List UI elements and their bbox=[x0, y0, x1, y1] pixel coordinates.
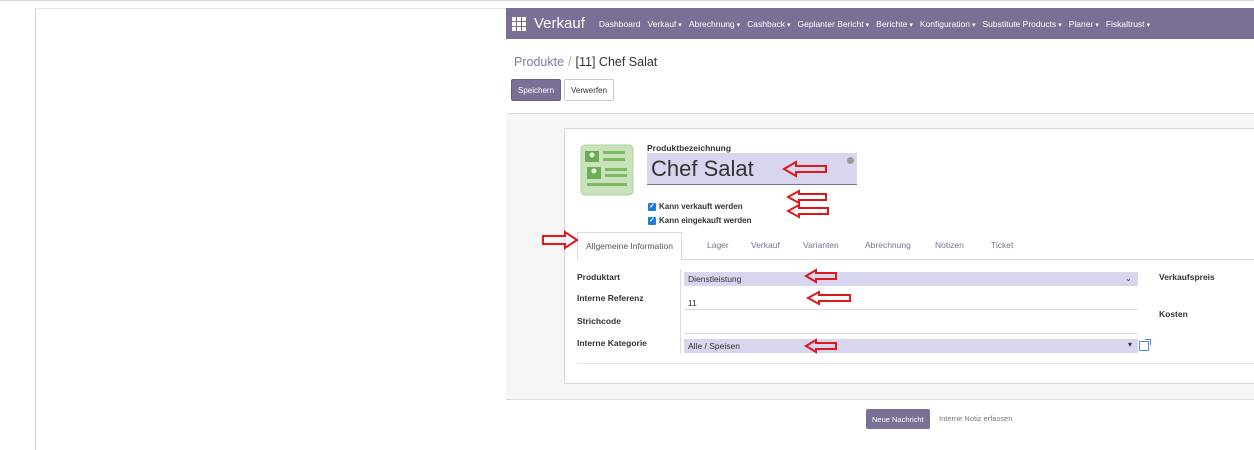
caret-down-icon: ▾ bbox=[865, 21, 870, 29]
can-be-purchased-label: Kann eingekauft werden bbox=[659, 216, 752, 225]
new-message-button[interactable]: Neue Nachricht bbox=[866, 409, 930, 429]
odoo-app-window: Verkauf Dashboard Verkauf ▾ Abrechnung ▾ C… bbox=[506, 8, 1254, 438]
top-menu: Dashboard Verkauf ▾ Abrechnung ▾ Cashback ▾… bbox=[599, 19, 1157, 29]
top-navbar: Verkauf Dashboard Verkauf ▾ Abrechnung ▾ C… bbox=[506, 8, 1254, 39]
form-sheet: Produktbezeichnung Chef Salat ✓ Kann ver… bbox=[564, 128, 1254, 384]
menu-item-label: Verkauf bbox=[647, 18, 677, 29]
menu-item-label: Dashboard bbox=[598, 18, 641, 29]
checkbox-checked-icon[interactable]: ✓ bbox=[648, 202, 656, 211]
save-button[interactable]: Speichern bbox=[511, 79, 562, 101]
menu-item-cashback[interactable]: Cashback ▾ bbox=[747, 19, 790, 29]
can-be-sold-checkbox[interactable]: ✓ Kann verkauft werden bbox=[648, 202, 743, 211]
form-bottom-divider bbox=[577, 363, 1254, 364]
menu-item-dashboard[interactable]: Dashboard bbox=[599, 19, 641, 29]
product-type-select[interactable]: Dienstleistung bbox=[684, 272, 1138, 286]
menu-item-label: Substitute Products bbox=[982, 18, 1057, 29]
caret-down-icon: ▾ bbox=[786, 21, 791, 29]
menu-item-geplanter-bericht[interactable]: Geplanter Bericht ▾ bbox=[798, 19, 870, 29]
menu-item-substitute-products[interactable]: Substitute Products ▾ bbox=[982, 19, 1061, 29]
menu-item-berichte[interactable]: Berichte ▾ bbox=[876, 19, 913, 29]
menu-item-label: Geplanter Bericht bbox=[797, 18, 864, 29]
page-top-edge bbox=[0, 0, 1254, 1]
tab-verkauf[interactable]: Verkauf bbox=[751, 240, 780, 250]
annotation-arrow-icon bbox=[786, 203, 829, 219]
product-card-icon[interactable] bbox=[577, 139, 637, 201]
menu-item-label: Berichte bbox=[876, 18, 908, 29]
annotation-arrow-icon bbox=[542, 230, 579, 250]
menu-item-verkauf[interactable]: Verkauf ▾ bbox=[647, 19, 681, 29]
tab-notizen[interactable]: Notizen bbox=[935, 240, 964, 250]
annotation-arrow-icon bbox=[804, 268, 837, 284]
tab-lager[interactable]: Lager bbox=[707, 240, 729, 250]
menu-item-label: Cashback bbox=[747, 18, 785, 29]
product-type-label: Produktart bbox=[577, 272, 620, 282]
page-left-border bbox=[35, 8, 36, 450]
tab-varianten[interactable]: Varianten bbox=[803, 240, 839, 250]
breadcrumb: Produkte / [11] Chef Salat bbox=[514, 55, 657, 69]
caret-down-icon: ▾ bbox=[971, 21, 976, 29]
caret-down-icon: ▾ bbox=[678, 21, 682, 29]
tab-allgemeine-information[interactable]: Allgemeine Information bbox=[577, 232, 682, 261]
cost-label: Kosten bbox=[1159, 309, 1188, 319]
tab-ticket[interactable]: Ticket bbox=[991, 240, 1013, 250]
app-name[interactable]: Verkauf bbox=[534, 15, 585, 32]
menu-item-label: Fiskaltrust bbox=[1105, 18, 1145, 29]
annotation-arrow-icon bbox=[806, 290, 851, 306]
caret-down-icon[interactable]: ▾ bbox=[1128, 340, 1132, 349]
caret-down-icon: ▾ bbox=[1146, 21, 1151, 29]
breadcrumb-current: [11] Chef Salat bbox=[575, 55, 658, 69]
label-divider bbox=[680, 269, 681, 353]
menu-item-planer[interactable]: Planer ▾ bbox=[1069, 19, 1099, 29]
breadcrumb-separator: / bbox=[568, 55, 572, 69]
discard-button[interactable]: Verwerfen bbox=[564, 79, 615, 101]
form-tabs: Allgemeine Information Lager Verkauf Var… bbox=[577, 232, 1254, 261]
checkbox-checked-icon[interactable]: ✓ bbox=[648, 216, 656, 225]
chevron-down-icon[interactable]: ⌄ bbox=[1125, 274, 1132, 283]
control-panel: Produkte / [11] Chef Salat Speichern Verwe… bbox=[506, 39, 1254, 114]
sales-price-label: Verkaufspreis bbox=[1159, 272, 1215, 282]
caret-down-icon: ▾ bbox=[909, 21, 913, 29]
product-name-label: Produktbezeichnung bbox=[647, 143, 732, 153]
internal-reference-label: Interne Referenz bbox=[577, 293, 644, 303]
caret-down-icon: ▾ bbox=[1095, 21, 1099, 29]
barcode-label: Strichcode bbox=[577, 316, 621, 326]
internal-reference-input[interactable]: 11 bbox=[684, 296, 1138, 310]
menu-item-konfiguration[interactable]: Konfiguration ▾ bbox=[920, 19, 976, 29]
menu-item-fiskaltrust[interactable]: Fiskaltrust ▾ bbox=[1106, 19, 1150, 29]
annotation-arrow-icon bbox=[782, 160, 827, 178]
page-separator-line bbox=[36, 8, 506, 9]
menu-item-label: Abrechnung bbox=[688, 18, 735, 29]
menu-item-abrechnung[interactable]: Abrechnung ▾ bbox=[689, 19, 740, 29]
menu-item-label: Konfiguration bbox=[919, 18, 970, 29]
internal-category-label: Interne Kategorie bbox=[577, 338, 647, 348]
internal-category-select[interactable]: Alle / Speisen bbox=[684, 339, 1138, 353]
breadcrumb-parent-link[interactable]: Produkte bbox=[514, 55, 564, 69]
chatter: Neue Nachricht Interne Notiz erfassen bbox=[506, 399, 1254, 438]
caret-down-icon: ▾ bbox=[1058, 21, 1062, 29]
log-note-link[interactable]: Interne Notiz erfassen bbox=[939, 414, 1012, 423]
external-link-icon[interactable] bbox=[1139, 339, 1151, 351]
tab-abrechnung[interactable]: Abrechnung bbox=[865, 240, 911, 250]
translate-globe-icon[interactable] bbox=[847, 157, 854, 164]
caret-down-icon: ▾ bbox=[736, 21, 741, 29]
annotation-arrow-icon bbox=[804, 338, 837, 354]
can-be-purchased-checkbox[interactable]: ✓ Kann eingekauft werden bbox=[648, 216, 751, 225]
menu-item-label: Planer bbox=[1068, 18, 1094, 29]
barcode-input[interactable] bbox=[684, 320, 1138, 334]
can-be-sold-label: Kann verkauft werden bbox=[659, 202, 743, 211]
apps-grid-icon[interactable] bbox=[512, 16, 526, 31]
